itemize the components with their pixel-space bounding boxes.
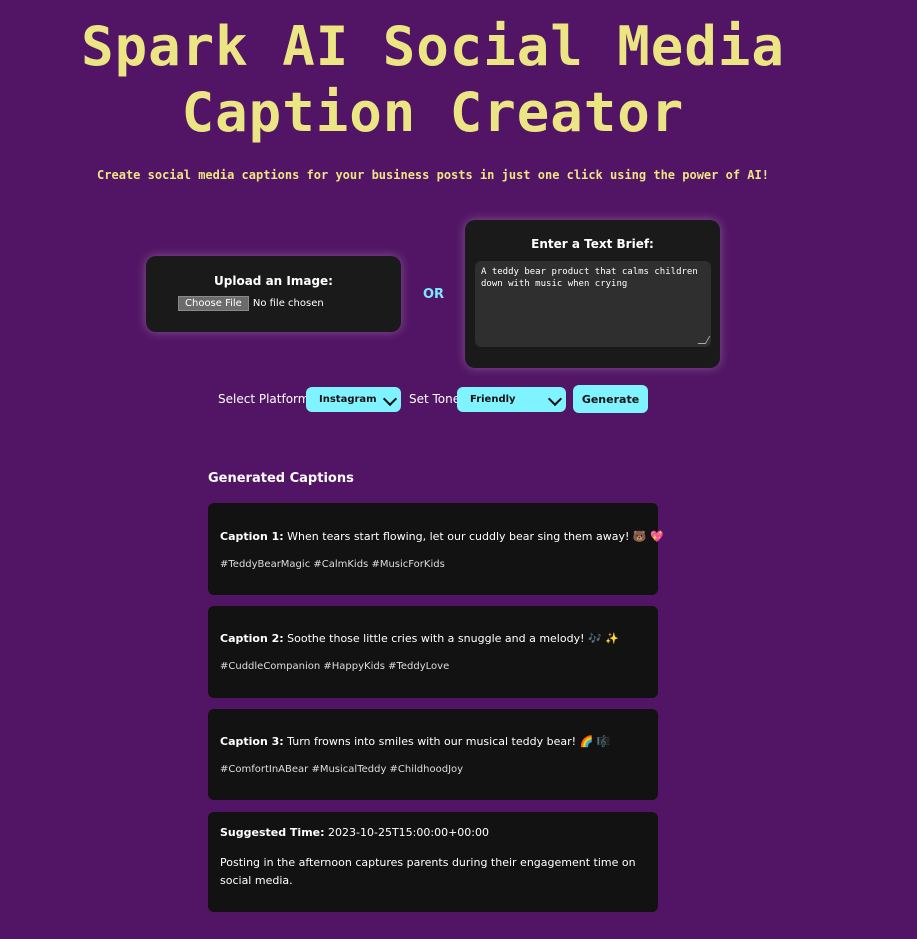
suggested-time-description: Posting in the afternoon captures parent… <box>220 856 636 887</box>
tone-select-value: Friendly <box>470 394 516 405</box>
caption-text: When tears start flowing, let our cuddly… <box>287 530 664 543</box>
brief-textarea[interactable]: A teddy bear product that calms children… <box>475 261 711 347</box>
page-title-line2: Caption Creator <box>181 81 685 144</box>
chevron-down-icon <box>382 391 398 407</box>
platform-label: Select Platform: <box>218 392 314 406</box>
chevron-down-icon <box>547 391 563 407</box>
caption-text: Soothe those little cries with a snuggle… <box>287 632 619 645</box>
caption-hashtags: #CuddleCompanion #HappyKids #TeddyLove <box>220 661 450 672</box>
caption-card: Caption 1: When tears start flowing, let… <box>208 503 664 595</box>
results-heading: Generated Captions <box>208 471 354 486</box>
suggested-time-card: Suggested Time: 2023-10-25T15:00:00+00:0… <box>208 812 658 912</box>
page-subtitle: Create social media captions for your bu… <box>97 168 769 182</box>
generate-button[interactable]: Generate <box>573 385 648 413</box>
caption-hashtags: #TeddyBearMagic #CalmKids #MusicForKids <box>220 559 445 570</box>
tone-select[interactable]: Friendly <box>457 387 566 412</box>
tone-label: Set Tone: <box>409 392 465 406</box>
caption-label: Caption 2: <box>220 632 284 645</box>
file-status: No file chosen <box>252 298 324 309</box>
page-title-line1: Spark AI Social Media <box>81 15 785 78</box>
caption-card: Caption 3: Turn frowns into smiles with … <box>208 709 658 800</box>
caption-hashtags: #ComfortInABear #MusicalTeddy #Childhood… <box>220 764 464 775</box>
brief-label: Enter a Text Brief: <box>531 237 654 251</box>
platform-select-value: Instagram <box>319 394 377 405</box>
or-separator: OR <box>423 287 445 302</box>
caption-label: Caption 1: <box>220 530 284 543</box>
choose-file-button[interactable]: Choose File <box>178 296 249 311</box>
caption-text: Turn frowns into smiles with our musical… <box>287 735 611 748</box>
platform-select[interactable]: Instagram <box>306 387 401 412</box>
suggested-time-label: Suggested Time: <box>220 826 325 839</box>
suggested-time-value: 2023-10-25T15:00:00+00:00 <box>328 826 489 839</box>
caption-card: Caption 2: Soothe those little cries wit… <box>208 606 658 698</box>
brief-text: A teddy bear product that calms children… <box>481 267 698 289</box>
resize-handle-icon[interactable] <box>697 336 711 344</box>
page-title: Spark AI Social Media Caption Creator <box>0 14 866 146</box>
brief-card: Enter a Text Brief: A teddy bear product… <box>465 220 720 368</box>
file-input[interactable]: Choose File No file chosen <box>178 296 324 311</box>
upload-label: Upload an Image: <box>214 274 333 288</box>
caption-label: Caption 3: <box>220 735 284 748</box>
upload-card: Upload an Image: Choose File No file cho… <box>146 256 401 332</box>
